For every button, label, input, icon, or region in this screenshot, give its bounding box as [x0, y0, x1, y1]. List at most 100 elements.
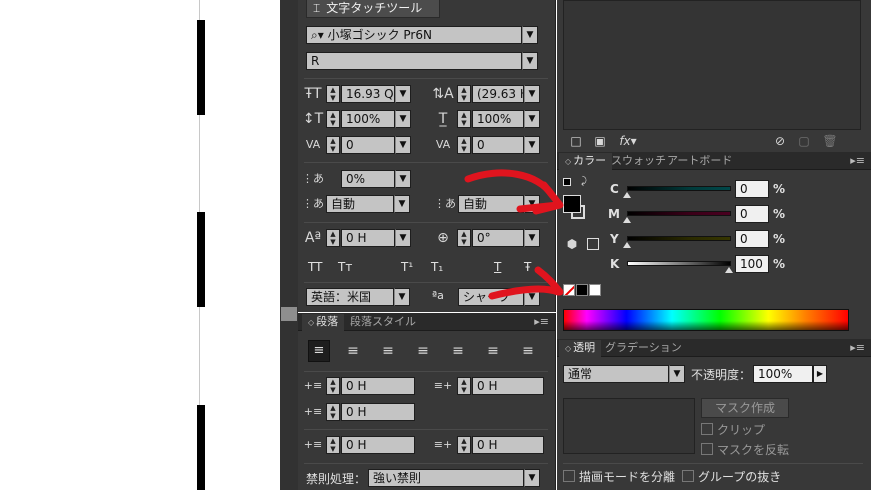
kinsoku-select[interactable]: 強い禁則 — [368, 469, 524, 487]
space-after-field[interactable]: 0 H — [472, 436, 544, 454]
tsume-field[interactable]: 0% — [341, 170, 395, 188]
panel-menu-icon[interactable]: ▸≡ — [534, 315, 549, 329]
clip-checkbox[interactable] — [701, 423, 713, 435]
tab-gradient[interactable]: グラデーション — [599, 340, 688, 357]
justify-left-icon[interactable]: ≡ — [412, 342, 434, 360]
c-slider-thumb[interactable] — [623, 192, 631, 198]
chevron-down-icon[interactable]: ▼ — [524, 85, 540, 103]
font-family-select[interactable]: ⌕▾ 小塚ゴシック Pr6N — [306, 26, 522, 44]
chevron-right-icon[interactable]: ▶ — [813, 365, 827, 383]
chevron-down-icon[interactable]: ▼ — [669, 365, 685, 383]
kerning-stepper[interactable]: ▲ ▼ — [326, 136, 340, 154]
right-indent-stepper[interactable]: ▲ ▼ — [457, 377, 471, 395]
tab-paragraph[interactable]: 段落 — [302, 314, 345, 331]
chevron-down-icon[interactable]: ▼ — [394, 195, 410, 213]
tab-paragraph-style[interactable]: 段落スタイル — [344, 314, 422, 331]
font-style-select[interactable]: R — [306, 52, 522, 70]
space-after-stepper[interactable]: ▲ ▼ — [457, 436, 471, 454]
align-left-icon[interactable]: ≡ — [308, 340, 330, 362]
space-before-field[interactable]: 0 H — [341, 436, 415, 454]
justify-right-icon[interactable]: ≡ — [482, 342, 504, 360]
y-value-field[interactable]: 0 — [735, 230, 769, 248]
baseline-shift-field[interactable]: 0 H — [341, 229, 395, 247]
justify-all-icon[interactable]: ≡ — [517, 342, 539, 360]
chevron-down-icon[interactable]: ▼ — [395, 110, 411, 128]
new-icon[interactable]: ▢ — [793, 132, 815, 150]
vertical-scale-stepper[interactable]: ▲ ▼ — [326, 110, 340, 128]
space-before-stepper[interactable]: ▲ ▼ — [326, 436, 340, 454]
all-caps-button[interactable]: TT — [308, 260, 322, 274]
align-right-icon[interactable]: ≡ — [377, 342, 399, 360]
vertical-scale-field[interactable]: 100% — [341, 110, 395, 128]
leading-field[interactable]: (29.63 H — [472, 85, 524, 103]
first-line-indent-field[interactable]: 0 H — [341, 403, 415, 421]
rotation-field[interactable]: 0° — [472, 229, 524, 247]
superscript-button[interactable]: T¹ — [401, 260, 413, 274]
tracking-field[interactable]: 0 — [472, 136, 524, 154]
square-icon[interactable]: ▣ — [589, 132, 611, 150]
chevron-down-icon[interactable]: ▼ — [395, 85, 411, 103]
web-safe-color-icon[interactable] — [587, 238, 599, 250]
tab-artboard[interactable]: アートボード — [661, 153, 738, 170]
horizontal-scale-field[interactable]: 100% — [472, 110, 524, 128]
language-select[interactable]: 英語：米国 — [306, 288, 394, 306]
color-spectrum[interactable] — [563, 309, 849, 331]
justify-center-icon[interactable]: ≡ — [447, 342, 469, 360]
font-size-stepper[interactable]: ▲ ▼ — [326, 85, 340, 103]
small-caps-button[interactable]: Tт — [338, 260, 352, 274]
chevron-down-icon[interactable]: ▼ — [524, 229, 540, 247]
opacity-field[interactable]: 100% — [753, 365, 813, 383]
right-indent-field[interactable]: 0 H — [472, 377, 544, 395]
first-line-indent-stepper[interactable]: ▲ ▼ — [326, 403, 340, 421]
no-icon[interactable]: ⊘ — [769, 132, 791, 150]
m-slider[interactable] — [627, 211, 731, 216]
k-slider[interactable] — [627, 261, 731, 266]
isolate-blending-checkbox[interactable] — [563, 470, 575, 482]
y-slider-thumb[interactable] — [623, 242, 631, 248]
chevron-down-icon[interactable]: ▼ — [524, 136, 540, 154]
baseline-shift-stepper[interactable]: ▲ ▼ — [326, 229, 340, 247]
chevron-down-icon[interactable]: ▼ — [524, 110, 540, 128]
make-mask-button[interactable]: マスク作成 — [701, 398, 789, 418]
tracking-stepper[interactable]: ▲ ▼ — [457, 136, 471, 154]
align-center-icon[interactable]: ≡ — [342, 342, 364, 360]
y-slider[interactable] — [627, 236, 731, 241]
panel-menu-icon[interactable]: ▸≡ — [850, 154, 865, 168]
chevron-down-icon[interactable]: ▼ — [522, 26, 538, 44]
m-value-field[interactable]: 0 — [735, 205, 769, 223]
panel-collapse-handle[interactable] — [281, 307, 297, 321]
chevron-down-icon[interactable]: ▼ — [395, 170, 411, 188]
blend-mode-select[interactable]: 通常 — [563, 365, 669, 383]
touch-type-tool-button[interactable]: ⌶ 文字タッチツール — [306, 0, 440, 18]
white-swatch[interactable] — [589, 284, 601, 296]
kerning-field[interactable]: 0 — [341, 136, 395, 154]
chevron-down-icon[interactable]: ▼ — [522, 52, 538, 70]
k-value-field[interactable]: 100 — [735, 255, 769, 273]
left-indent-field[interactable]: 0 H — [341, 377, 415, 395]
subscript-button[interactable]: T₁ — [431, 260, 443, 274]
aki-before-field[interactable]: 自動 — [326, 195, 394, 213]
swap-colors-icon[interactable]: ⤸ — [577, 173, 591, 191]
chevron-down-icon[interactable]: ▼ — [394, 288, 410, 306]
m-slider-thumb[interactable] — [623, 217, 631, 223]
fx-icon[interactable]: fx▾ — [617, 132, 639, 150]
leading-stepper[interactable]: ▲ ▼ — [457, 85, 471, 103]
horizontal-scale-stepper[interactable]: ▲ ▼ — [457, 110, 471, 128]
trash-icon[interactable]: 🗑 — [819, 132, 841, 150]
c-slider[interactable] — [627, 186, 731, 191]
document-canvas[interactable] — [0, 0, 280, 490]
black-swatch[interactable] — [576, 284, 588, 296]
left-indent-stepper[interactable]: ▲ ▼ — [326, 377, 340, 395]
invert-mask-checkbox[interactable] — [701, 443, 713, 455]
panel-menu-icon[interactable]: ▸≡ — [850, 341, 865, 355]
knockout-group-checkbox[interactable] — [682, 470, 694, 482]
square-icon[interactable]: □ — [565, 132, 587, 150]
chevron-down-icon[interactable]: ▼ — [395, 136, 411, 154]
chevron-down-icon[interactable]: ▼ — [524, 469, 540, 487]
font-size-field[interactable]: 16.93 Q — [341, 85, 395, 103]
chevron-down-icon[interactable]: ▼ — [395, 229, 411, 247]
tab-transparency[interactable]: 透明 — [559, 340, 602, 357]
c-value-field[interactable]: 0 — [735, 180, 769, 198]
rotation-stepper[interactable]: ▲ ▼ — [457, 229, 471, 247]
k-slider-thumb[interactable] — [725, 267, 733, 273]
